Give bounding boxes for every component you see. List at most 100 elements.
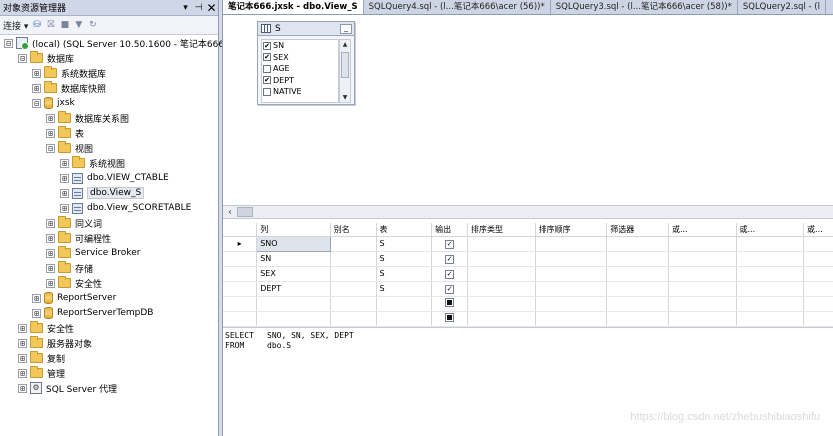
- tree-node-database-snapshots[interactable]: ⊞ 数据库快照: [32, 81, 106, 95]
- row-selector[interactable]: [223, 281, 258, 297]
- expand-toggle[interactable]: ⊞: [46, 263, 55, 273]
- cell-output[interactable]: [431, 311, 468, 327]
- header-sort-order[interactable]: 排序顺序: [535, 223, 608, 237]
- header-output[interactable]: 输出: [431, 223, 468, 237]
- collapse-toggle[interactable]: ⊟: [32, 98, 41, 108]
- cell-sort-order[interactable]: [535, 236, 608, 252]
- expand-toggle[interactable]: ⊞: [60, 173, 69, 183]
- expand-toggle[interactable]: ⊞: [18, 368, 27, 378]
- cell-filter[interactable]: [606, 266, 669, 282]
- cell-or[interactable]: [668, 251, 737, 267]
- refresh-icon[interactable]: ↻: [87, 20, 98, 31]
- cell-alias[interactable]: [330, 266, 377, 282]
- tree-node-storage[interactable]: ⊞ 存储: [46, 261, 93, 275]
- tree-node-server-objects[interactable]: ⊞ 服务器对象: [18, 336, 92, 350]
- cell-or[interactable]: [736, 281, 805, 297]
- tree-node-view-ctable[interactable]: ⊞ dbo.VIEW_CTABLE: [60, 171, 169, 185]
- cell-sort-order[interactable]: [535, 266, 608, 282]
- header-alias[interactable]: 别名: [330, 223, 377, 237]
- pin-dropdown-icon[interactable]: ▾: [179, 3, 192, 13]
- tree-node-view-s[interactable]: ⊞ dbo.View_S: [60, 186, 145, 200]
- tree-node-programmability[interactable]: ⊞ 可编程性: [46, 231, 111, 245]
- tab-sqlquery2[interactable]: SQLQuery2.sql - (l: [738, 0, 826, 14]
- cell-or[interactable]: [668, 281, 737, 297]
- column-row-dept[interactable]: ✔ DEPT: [262, 75, 338, 87]
- column-checkbox[interactable]: [263, 64, 271, 73]
- expand-toggle[interactable]: ⊞: [46, 113, 55, 123]
- cell-filter[interactable]: [606, 296, 669, 312]
- expand-toggle[interactable]: ⊞: [32, 83, 41, 93]
- diagram-horizontal-scrollbar[interactable]: ‹: [223, 205, 833, 219]
- criteria-row[interactable]: SN S ✓: [223, 251, 833, 267]
- cell-column[interactable]: [256, 296, 331, 312]
- header-table[interactable]: 表: [376, 223, 433, 237]
- cell-table[interactable]: S: [376, 266, 433, 282]
- header-filter[interactable]: 筛选器: [606, 223, 669, 237]
- expand-toggle[interactable]: ⊞: [46, 218, 55, 228]
- scroll-left-icon[interactable]: ‹: [223, 207, 237, 218]
- cell-sort-type[interactable]: [467, 266, 536, 282]
- tree-node-db-security[interactable]: ⊞ 安全性: [46, 276, 102, 290]
- column-row-native[interactable]: NATIVE: [262, 86, 338, 98]
- tree-node-replication[interactable]: ⊞ 复制: [18, 351, 65, 365]
- cell-sort-type[interactable]: [467, 311, 536, 327]
- tree-node-system-views[interactable]: ⊞ 系统视图: [60, 156, 125, 170]
- connect-button[interactable]: 连接 ▾: [3, 19, 28, 32]
- scroll-thumb[interactable]: [237, 207, 253, 217]
- expand-toggle[interactable]: ⊞: [18, 383, 27, 393]
- tab-sqlquery4[interactable]: SQLQuery4.sql - (l...笔记本666\acer (56))*: [364, 0, 551, 14]
- tab-view-s[interactable]: 笔记本666.jxsk - dbo.View_S: [223, 0, 364, 14]
- header-or-2[interactable]: 或...: [736, 223, 805, 237]
- collapse-toggle[interactable]: ⊟: [46, 143, 55, 153]
- tree-node-reportserver[interactable]: ⊞ ReportServer: [32, 291, 116, 305]
- connect-server-icon[interactable]: ⛁: [31, 20, 42, 31]
- cell-or[interactable]: [736, 251, 805, 267]
- tree-node-database-diagrams[interactable]: ⊞ 数据库关系图: [46, 111, 129, 125]
- tree-node-service-broker[interactable]: ⊞ Service Broker: [46, 246, 140, 260]
- tree-node-sql-agent[interactable]: ⊞ ⚙ SQL Server 代理: [18, 381, 117, 395]
- tree-node-server-security[interactable]: ⊞ 安全性: [18, 321, 74, 335]
- output-checkbox-indeterminate[interactable]: [445, 313, 455, 322]
- cell-table[interactable]: S: [376, 281, 433, 297]
- cell-output[interactable]: ✓: [431, 251, 468, 267]
- cell-column[interactable]: SN: [256, 251, 331, 267]
- close-panel-icon[interactable]: ✕: [205, 1, 218, 15]
- expand-toggle[interactable]: ⊞: [18, 338, 27, 348]
- column-row-age[interactable]: AGE: [262, 63, 338, 75]
- header-column[interactable]: 列: [256, 223, 331, 237]
- cell-or[interactable]: [803, 266, 833, 282]
- criteria-row[interactable]: SEX S ✓: [223, 266, 833, 282]
- cell-alias[interactable]: [330, 236, 377, 252]
- cell-or[interactable]: [803, 311, 833, 327]
- column-row-sex[interactable]: ✔ SEX: [262, 52, 338, 64]
- cell-or[interactable]: [803, 281, 833, 297]
- cell-filter[interactable]: [606, 281, 669, 297]
- cell-table[interactable]: [376, 296, 433, 312]
- cell-column[interactable]: DEPT: [256, 281, 331, 297]
- cell-or[interactable]: [668, 266, 737, 282]
- expand-toggle[interactable]: ⊞: [60, 203, 69, 213]
- cell-alias[interactable]: [330, 251, 377, 267]
- minimize-table-button[interactable]: _: [340, 23, 352, 34]
- tree-node-system-databases[interactable]: ⊞ 系统数据库: [32, 66, 106, 80]
- output-checkbox[interactable]: ✓: [445, 269, 455, 279]
- criteria-row[interactable]: ▸ SNO S ✓: [223, 235, 833, 252]
- output-checkbox[interactable]: ✓: [445, 254, 455, 264]
- cell-or[interactable]: [803, 296, 833, 312]
- row-selector[interactable]: [223, 266, 258, 282]
- tree-node-views[interactable]: ⊟ 视图: [46, 141, 93, 155]
- cell-output[interactable]: [431, 296, 468, 312]
- expand-toggle[interactable]: ⊞: [18, 323, 27, 333]
- current-row-indicator[interactable]: ▸: [223, 236, 258, 252]
- cell-filter[interactable]: [606, 236, 669, 252]
- table-s-header[interactable]: S _: [258, 22, 354, 36]
- cell-or[interactable]: [736, 296, 805, 312]
- column-checkbox[interactable]: [263, 87, 271, 96]
- cell-or[interactable]: [668, 311, 737, 327]
- cell-or[interactable]: [736, 236, 805, 252]
- scroll-up-icon[interactable]: ▲: [340, 40, 350, 49]
- cell-output[interactable]: ✓: [431, 281, 468, 297]
- expand-toggle[interactable]: ⊞: [46, 128, 55, 138]
- row-selector[interactable]: [223, 296, 258, 312]
- scroll-thumb[interactable]: [341, 52, 349, 78]
